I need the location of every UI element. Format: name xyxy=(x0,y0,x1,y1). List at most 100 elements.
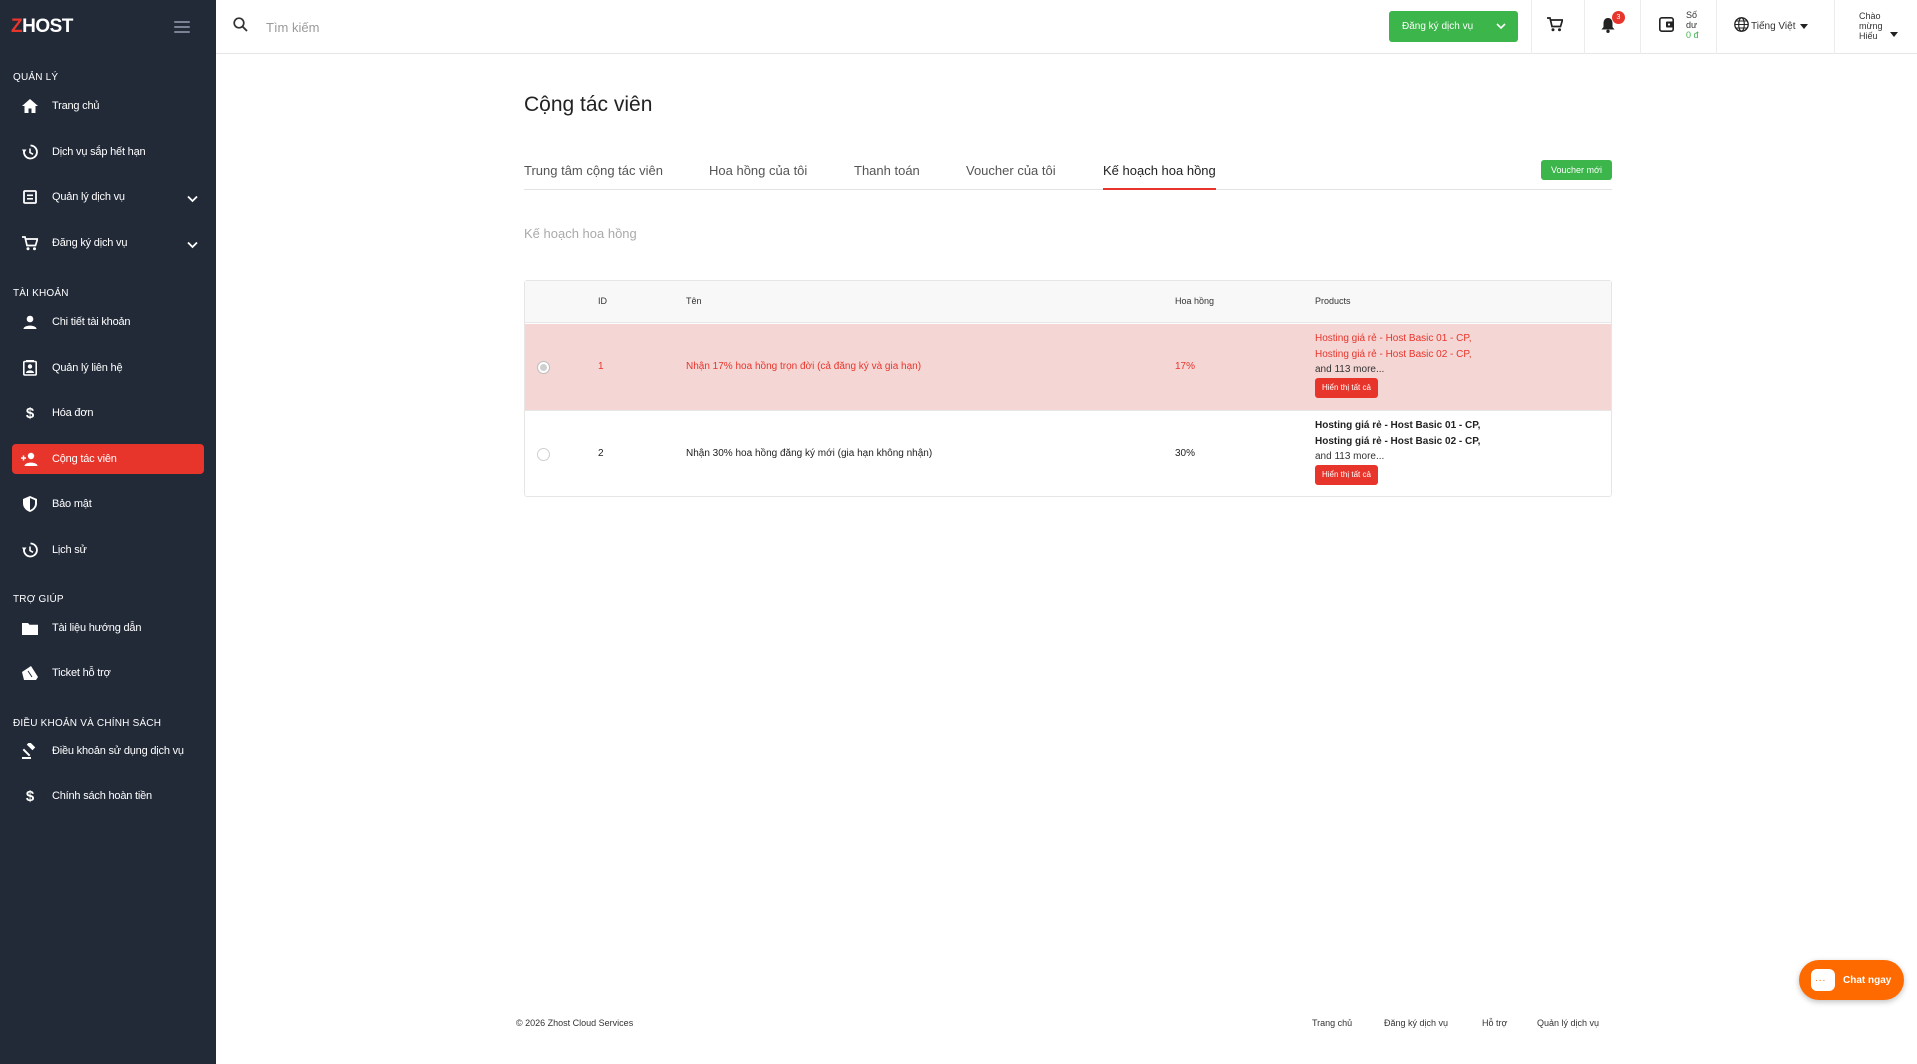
sidebar-item-label: Quản lý dịch vụ xyxy=(52,191,125,203)
products-more: and 113 more... xyxy=(1315,364,1385,375)
footer-link-support[interactable]: Hỗ trợ xyxy=(1482,1018,1507,1028)
sidebar-item-label: Đăng ký dịch vụ xyxy=(52,237,128,249)
column-header-commission: Hoa hồng xyxy=(1175,296,1215,306)
section-title-help: TRỢ GIÚP xyxy=(13,594,64,605)
table-row[interactable]: 1 Nhận 17% hoa hồng trọn đời (cả đăng ký… xyxy=(525,324,1611,411)
tabs: Trung tâm cộng tác viên Hoa hồng của tôi… xyxy=(524,160,1612,190)
sidebar: ZHOST QUẢN LÝ Trang chủ Dịch vụ sắp hết … xyxy=(0,0,216,1064)
plan-radio[interactable] xyxy=(537,448,550,461)
history-icon xyxy=(16,144,44,160)
plan-id: 1 xyxy=(598,361,604,372)
caret-down-icon xyxy=(1800,21,1809,32)
new-voucher-button[interactable]: Voucher mới xyxy=(1541,160,1612,180)
plan-commission: 17% xyxy=(1175,361,1196,372)
logo[interactable]: ZHOST xyxy=(11,16,73,38)
sidebar-item-account-details[interactable]: Chi tiết tài khoản xyxy=(12,307,204,337)
table-row[interactable]: 2 Nhận 30% hoa hồng đăng ký mới (gia hạn… xyxy=(525,411,1611,498)
plan-name: Nhận 30% hoa hồng đăng ký mới (gia hạn k… xyxy=(686,448,933,459)
caret-down-icon[interactable] xyxy=(1890,24,1898,42)
plan-products: Hosting giá rẻ - Host Basic 01 - CP, Hos… xyxy=(1315,331,1472,398)
section-subtitle: Kế hoạch hoa hồng xyxy=(524,226,637,241)
tab-my-commissions[interactable]: Hoa hồng của tôi xyxy=(709,163,807,190)
search-input[interactable] xyxy=(266,14,666,40)
sidebar-item-security[interactable]: Bảo mật xyxy=(12,489,204,519)
footer-link-home[interactable]: Trang chủ xyxy=(1312,1018,1352,1028)
sidebar-item-label: Hóa đơn xyxy=(52,407,94,419)
chevron-down-icon xyxy=(187,236,198,254)
gavel-icon xyxy=(16,743,44,759)
column-header-id: ID xyxy=(598,296,607,306)
balance-amount: 0 đ xyxy=(1686,30,1699,40)
sidebar-item-history[interactable]: Lịch sử xyxy=(12,535,204,565)
chevron-down-icon xyxy=(187,190,198,208)
dollar-icon: $ xyxy=(25,787,35,805)
sidebar-item-label: Dịch vụ sắp hết hạn xyxy=(52,146,146,158)
brand: ZHOST xyxy=(0,0,216,54)
sidebar-item-affiliates[interactable]: Cộng tác viên xyxy=(12,444,204,474)
sidebar-item-label: Lịch sử xyxy=(52,544,87,556)
shield-icon xyxy=(16,496,44,512)
sidebar-item-refund-policy[interactable]: $ Chính sách hoàn tiền xyxy=(12,781,204,811)
sidebar-item-manage-services[interactable]: Quản lý dịch vụ xyxy=(12,182,204,212)
user-plus-icon xyxy=(16,452,44,466)
plan-name: Nhận 17% hoa hồng trọn đời (cả đăng ký v… xyxy=(686,361,922,372)
sidebar-item-label: Ticket hỗ trợ xyxy=(52,667,111,679)
menu-toggle-icon[interactable] xyxy=(174,21,190,33)
sidebar-item-register-services[interactable]: Đăng ký dịch vụ xyxy=(12,228,204,258)
divider xyxy=(1531,0,1532,54)
chat-now-button[interactable]: Chat ngay xyxy=(1799,960,1904,1000)
page-title: Cộng tác viên xyxy=(524,93,653,116)
service-icon xyxy=(16,190,44,204)
sidebar-item-label: Cộng tác viên xyxy=(52,453,117,465)
sidebar-item-terms[interactable]: Điều khoản sử dụng dịch vụ xyxy=(12,736,204,766)
footer-link-register[interactable]: Đăng ký dịch vụ xyxy=(1384,1018,1448,1028)
sidebar-item-label: Trang chủ xyxy=(52,100,100,112)
contact-icon xyxy=(16,360,44,376)
show-all-button[interactable]: Hiển thị tất cả xyxy=(1315,378,1378,398)
show-all-button[interactable]: Hiển thị tất cả xyxy=(1315,465,1378,485)
sidebar-item-support-ticket[interactable]: Ticket hỗ trợ xyxy=(12,658,204,688)
footer-link-manage-services[interactable]: Quản lý dịch vụ xyxy=(1537,1018,1599,1028)
section-title-policies: ĐIỀU KHOẢN VÀ CHÍNH SÁCH xyxy=(13,718,162,729)
product-item: Hosting giá rẻ - Host Basic 01 - CP, xyxy=(1315,333,1472,344)
products-more: and 113 more... xyxy=(1315,451,1385,462)
sidebar-item-expiring-services[interactable]: Dịch vụ sắp hết hạn xyxy=(12,137,204,167)
plan-radio[interactable] xyxy=(537,361,550,374)
tab-commission-plans[interactable]: Kế hoạch hoa hồng xyxy=(1103,163,1216,190)
divider xyxy=(1584,0,1585,54)
wallet-icon[interactable] xyxy=(1659,17,1674,37)
plan-id: 2 xyxy=(598,448,604,459)
ticket-icon xyxy=(16,666,44,680)
tab-payments[interactable]: Thanh toán xyxy=(854,163,920,190)
cart-icon[interactable] xyxy=(1547,17,1564,37)
product-item: Hosting giá rẻ - Host Basic 02 - CP, xyxy=(1315,436,1481,447)
sidebar-item-home[interactable]: Trang chủ xyxy=(12,91,204,121)
sidebar-item-invoices[interactable]: $ Hóa đơn xyxy=(12,398,204,428)
history-icon xyxy=(16,542,44,558)
sidebar-item-docs[interactable]: Tài liệu hướng dẫn xyxy=(12,613,204,643)
plan-products: Hosting giá rẻ - Host Basic 01 - CP, Hos… xyxy=(1315,418,1480,485)
sidebar-item-label: Bảo mật xyxy=(52,498,92,510)
column-header-products: Products xyxy=(1315,296,1351,306)
sidebar-item-label: Điều khoản sử dụng dịch vụ xyxy=(52,745,184,757)
chat-bubble-icon xyxy=(1811,969,1835,991)
product-item: Hosting giá rẻ - Host Basic 02 - CP, xyxy=(1315,349,1472,360)
user-greeting[interactable]: Chào mừng Hiếu xyxy=(1859,11,1883,41)
search-icon[interactable] xyxy=(233,17,248,37)
tab-affiliate-center[interactable]: Trung tâm cộng tác viên xyxy=(524,163,663,190)
account-balance[interactable]: Số dư 0 đ xyxy=(1686,10,1699,40)
divider xyxy=(1716,0,1717,54)
divider xyxy=(1834,0,1835,54)
sidebar-item-contacts[interactable]: Quản lý liên hệ xyxy=(12,353,204,383)
globe-icon xyxy=(1734,17,1749,35)
user-icon xyxy=(16,315,44,329)
dollar-icon: $ xyxy=(25,404,35,422)
copyright: © 2026 Zhost Cloud Services xyxy=(516,1018,634,1028)
sidebar-item-label: Quản lý liên hệ xyxy=(52,362,123,374)
table-header: ID Tên Hoa hồng Products xyxy=(525,281,1611,323)
register-service-button[interactable]: Đăng ký dịch vụ xyxy=(1389,11,1518,42)
home-icon xyxy=(16,99,44,113)
notification-badge: 3 xyxy=(1612,11,1625,24)
language-selector[interactable]: Tiếng Việt xyxy=(1734,17,1809,35)
tab-my-vouchers[interactable]: Voucher của tôi xyxy=(966,163,1056,190)
